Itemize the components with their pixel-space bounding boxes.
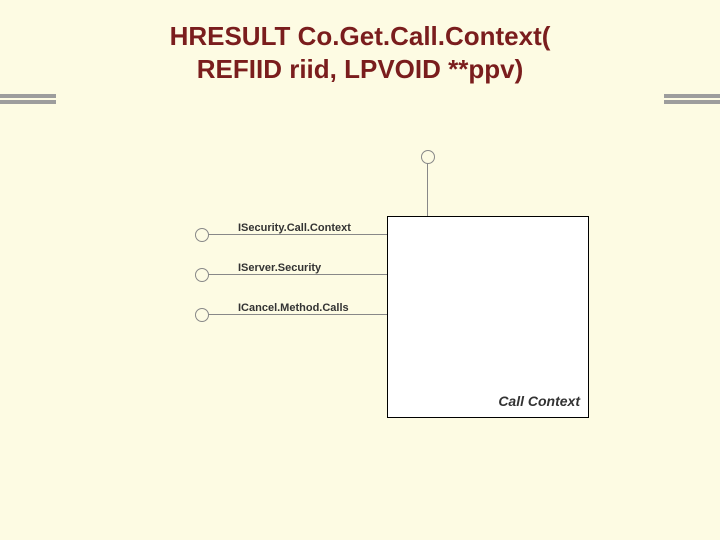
connector-2: [208, 274, 387, 275]
interface-label-3: ICancel.Method.Calls: [238, 302, 349, 314]
lollipop-icon: [195, 308, 209, 322]
lollipop-icon: [195, 228, 209, 242]
interface-label-1: ISecurity.Call.Context: [238, 222, 351, 234]
connector-top: [427, 163, 428, 216]
interface-label-2: IServer.Security: [238, 262, 321, 274]
connector-1: [208, 234, 387, 235]
diagram-canvas: Call Context ISecurity.Call.Context ISer…: [0, 0, 720, 540]
lollipop-icon: [195, 268, 209, 282]
connector-3: [208, 314, 387, 315]
component-label: Call Context: [498, 393, 580, 409]
lollipop-top-icon: [421, 150, 435, 164]
component-box: Call Context: [387, 216, 589, 418]
